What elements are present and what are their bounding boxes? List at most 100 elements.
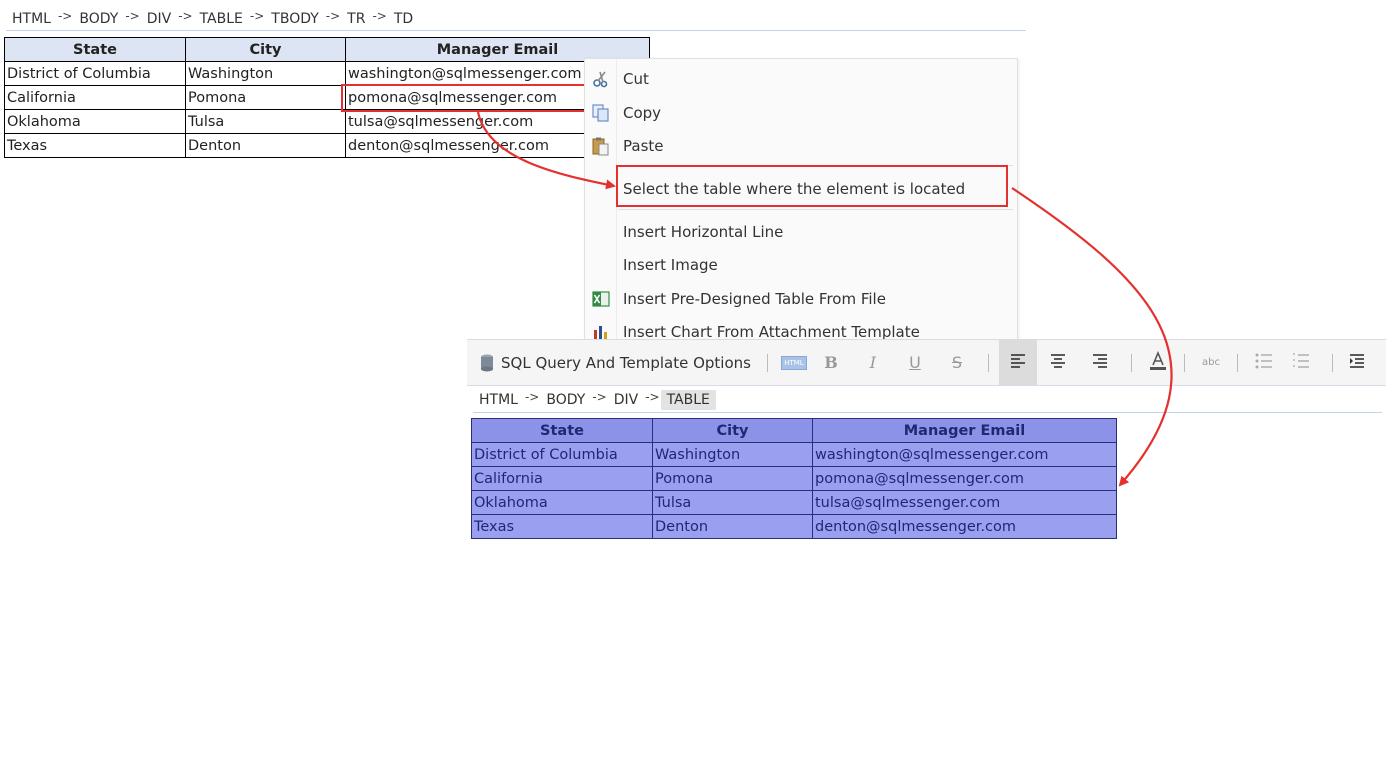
breadcrumb-separator: -> — [592, 390, 607, 404]
menu-separator — [618, 209, 1013, 210]
menu-item-paste[interactable]: Paste — [585, 132, 1017, 160]
excel-icon — [585, 289, 617, 309]
header-state[interactable]: State — [4, 37, 186, 62]
table-cell[interactable]: Washington — [652, 442, 813, 467]
breadcrumb-separator: -> — [125, 9, 140, 23]
breadcrumb-div[interactable]: DIV — [608, 390, 645, 410]
breadcrumb-separator: -> — [57, 9, 73, 23]
align-left-icon — [1010, 353, 1026, 372]
spellcheck-button[interactable]: abc — [1195, 340, 1227, 385]
table-cell[interactable]: Tulsa — [185, 109, 346, 134]
scissors-icon — [585, 70, 617, 88]
menu-label: Insert Image — [623, 256, 718, 274]
selected-table[interactable]: State City Manager Email District of Col… — [471, 418, 1117, 539]
menu-item-insert-horizontal-line[interactable]: Insert Horizontal Line — [585, 218, 1017, 246]
align-right-icon — [1092, 353, 1108, 372]
table-cell[interactable]: Oklahoma — [471, 490, 653, 515]
toolbar-separator — [1331, 353, 1333, 372]
table-cell[interactable]: Pomona — [652, 466, 813, 491]
table-cell[interactable]: Pomona — [185, 85, 346, 110]
html-source-button[interactable]: HTML — [778, 340, 810, 385]
table-cell[interactable]: Denton — [185, 133, 346, 158]
table-cell[interactable]: District of Columbia — [471, 442, 653, 467]
toolbar-separator — [1183, 353, 1185, 372]
breadcrumb-separator: -> — [372, 9, 387, 23]
spellcheck-icon: abc — [1201, 357, 1220, 368]
breadcrumb-table[interactable]: TABLE — [194, 9, 249, 29]
table-cell[interactable]: Washington — [185, 61, 346, 86]
table-row: Oklahoma Tulsa tulsa@sqlmessenger.com — [471, 490, 1117, 515]
table-cell[interactable]: Tulsa — [652, 490, 813, 515]
menu-item-cut[interactable]: Cut — [585, 65, 1017, 93]
breadcrumb-tbody[interactable]: TBODY — [265, 9, 325, 29]
table-cell[interactable]: washington@sqlmessenger.com — [812, 442, 1117, 467]
table-cell[interactable]: Oklahoma — [4, 109, 186, 134]
table-row: Oklahoma Tulsa tulsa@sqlmessenger.com — [4, 109, 650, 134]
table-cell[interactable]: denton@sqlmessenger.com — [812, 514, 1117, 539]
breadcrumb-tr[interactable]: TR — [341, 9, 371, 29]
header-state[interactable]: State — [471, 418, 653, 443]
align-center-button[interactable] — [1037, 340, 1079, 385]
menu-label: Copy — [623, 104, 662, 122]
table-cell[interactable]: Texas — [4, 133, 186, 158]
font-color-button[interactable] — [1142, 340, 1174, 385]
menu-label: Insert Horizontal Line — [623, 223, 784, 241]
breadcrumb-td[interactable]: TD — [388, 9, 419, 29]
html-icon: HTML — [781, 355, 807, 370]
table-cell[interactable]: tulsa@sqlmessenger.com — [812, 490, 1117, 515]
toolbar-separator — [1236, 353, 1238, 372]
breadcrumb-body[interactable]: BODY — [540, 390, 591, 410]
italic-button[interactable]: I — [852, 340, 894, 385]
sql-options-button[interactable]: SQL Query And Template Options — [467, 340, 751, 385]
table-row: District of Columbia Washington washingt… — [4, 61, 650, 86]
breadcrumb-separator: -> — [249, 9, 265, 23]
table-cell[interactable]: California — [471, 466, 653, 491]
breadcrumb-body[interactable]: BODY — [73, 9, 124, 29]
table-cell[interactable]: California — [4, 85, 186, 110]
breadcrumb-separator: -> — [325, 9, 341, 23]
breadcrumb-separator: -> — [645, 390, 660, 404]
font-color-icon — [1148, 350, 1168, 375]
strikethrough-button[interactable]: S — [936, 340, 978, 385]
editor-toolbar: SQL Query And Template Options HTML B I … — [467, 339, 1386, 386]
table-cell[interactable]: pomona@sqlmessenger.com — [812, 466, 1117, 491]
outdent-button[interactable] — [1343, 340, 1371, 385]
breadcrumb-div[interactable]: DIV — [141, 9, 178, 29]
table-row: Texas Denton denton@sqlmessenger.com — [4, 133, 650, 158]
table-header-row: State City Manager Email — [471, 418, 1117, 443]
header-manager-email[interactable]: Manager Email — [812, 418, 1117, 443]
menu-label: Cut — [623, 70, 649, 88]
menu-item-copy[interactable]: Copy — [585, 99, 1017, 127]
breadcrumb-separator: -> — [178, 9, 193, 23]
menu-item-insert-table[interactable]: Insert Pre-Designed Table From File — [585, 285, 1017, 313]
breadcrumb-html[interactable]: HTML — [6, 9, 57, 29]
header-city[interactable]: City — [652, 418, 813, 443]
numbered-list-icon — [1292, 352, 1310, 373]
copy-icon — [585, 103, 617, 123]
breadcrumb-html[interactable]: HTML — [473, 390, 524, 410]
sql-options-label: SQL Query And Template Options — [501, 353, 751, 372]
toolbar-separator — [1130, 353, 1132, 372]
table-cell[interactable]: Texas — [471, 514, 653, 539]
bold-button[interactable]: B — [810, 340, 852, 385]
top-breadcrumb: HTML -> BODY -> DIV -> TABLE -> TBODY ->… — [6, 8, 1026, 31]
bullet-list-icon — [1255, 353, 1273, 373]
bottom-breadcrumb: HTML -> BODY -> DIV -> TABLE — [473, 388, 1382, 413]
database-icon — [479, 353, 495, 373]
menu-item-insert-image[interactable]: Insert Image — [585, 251, 1017, 279]
table-cell[interactable]: Denton — [652, 514, 813, 539]
menu-label: Insert Pre-Designed Table From File — [623, 290, 886, 308]
align-left-button[interactable] — [998, 340, 1037, 385]
selected-cell-highlight — [341, 84, 589, 112]
bullet-list-button[interactable] — [1248, 340, 1280, 385]
numbered-list-button[interactable] — [1280, 340, 1322, 385]
align-right-button[interactable] — [1079, 340, 1121, 385]
toolbar-separator — [987, 353, 989, 372]
outdent-icon — [1349, 353, 1365, 372]
underline-button[interactable]: U — [894, 340, 936, 385]
table-cell[interactable]: District of Columbia — [4, 61, 186, 86]
breadcrumb-table[interactable]: TABLE — [660, 390, 716, 410]
header-city[interactable]: City — [185, 37, 346, 62]
menu-label: Paste — [623, 137, 664, 155]
table-row: Texas Denton denton@sqlmessenger.com — [471, 514, 1117, 539]
